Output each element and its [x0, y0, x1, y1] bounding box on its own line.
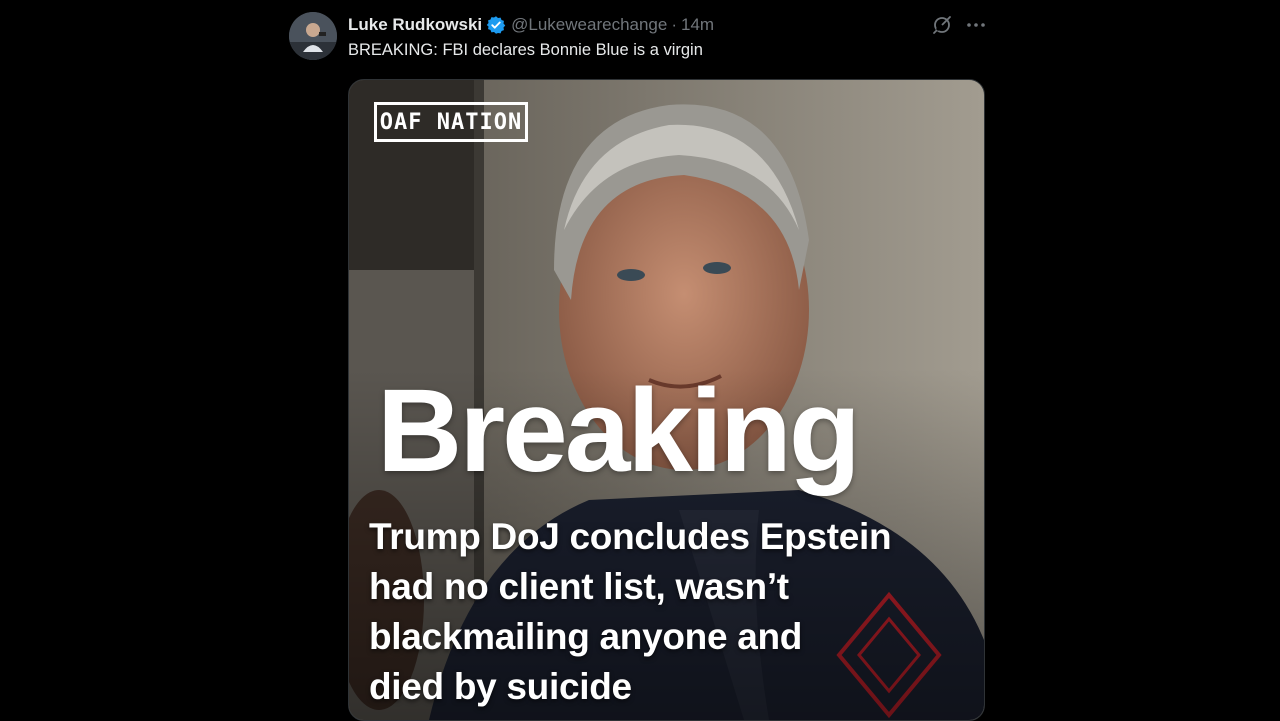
image-subheadline: Trump DoJ concludes Epstein had no clien… [369, 512, 979, 712]
more-icon[interactable] [965, 14, 987, 41]
image-headline: Breaking [377, 365, 861, 497]
subheadline-line: Trump DoJ concludes Epstein [369, 516, 892, 557]
grok-icon[interactable] [931, 14, 953, 41]
tweet-actions [931, 14, 987, 41]
avatar[interactable] [289, 12, 337, 60]
tweet-text: BREAKING: FBI declares Bonnie Blue is a … [348, 41, 703, 59]
verified-badge-icon[interactable] [486, 15, 506, 35]
tweet-header: Luke Rudkowski @Lukewearechange · 14m [348, 14, 714, 36]
brand-logo: OAF NATION [374, 102, 528, 142]
timestamp[interactable]: 14m [681, 15, 714, 35]
author-handle[interactable]: @Lukewearechange [511, 15, 667, 35]
author-name[interactable]: Luke Rudkowski [348, 15, 482, 35]
tweet-media-image[interactable]: OAF NATION Breaking Trump DoJ concludes … [348, 79, 985, 721]
tweet[interactable]: Luke Rudkowski @Lukewearechange · 14m BR… [289, 12, 989, 721]
subheadline-line: died by suicide [369, 666, 632, 707]
separator-dot: · [671, 15, 678, 34]
subheadline-line: had no client list, wasn’t [369, 566, 789, 607]
subheadline-line: blackmailing anyone and [369, 616, 803, 657]
